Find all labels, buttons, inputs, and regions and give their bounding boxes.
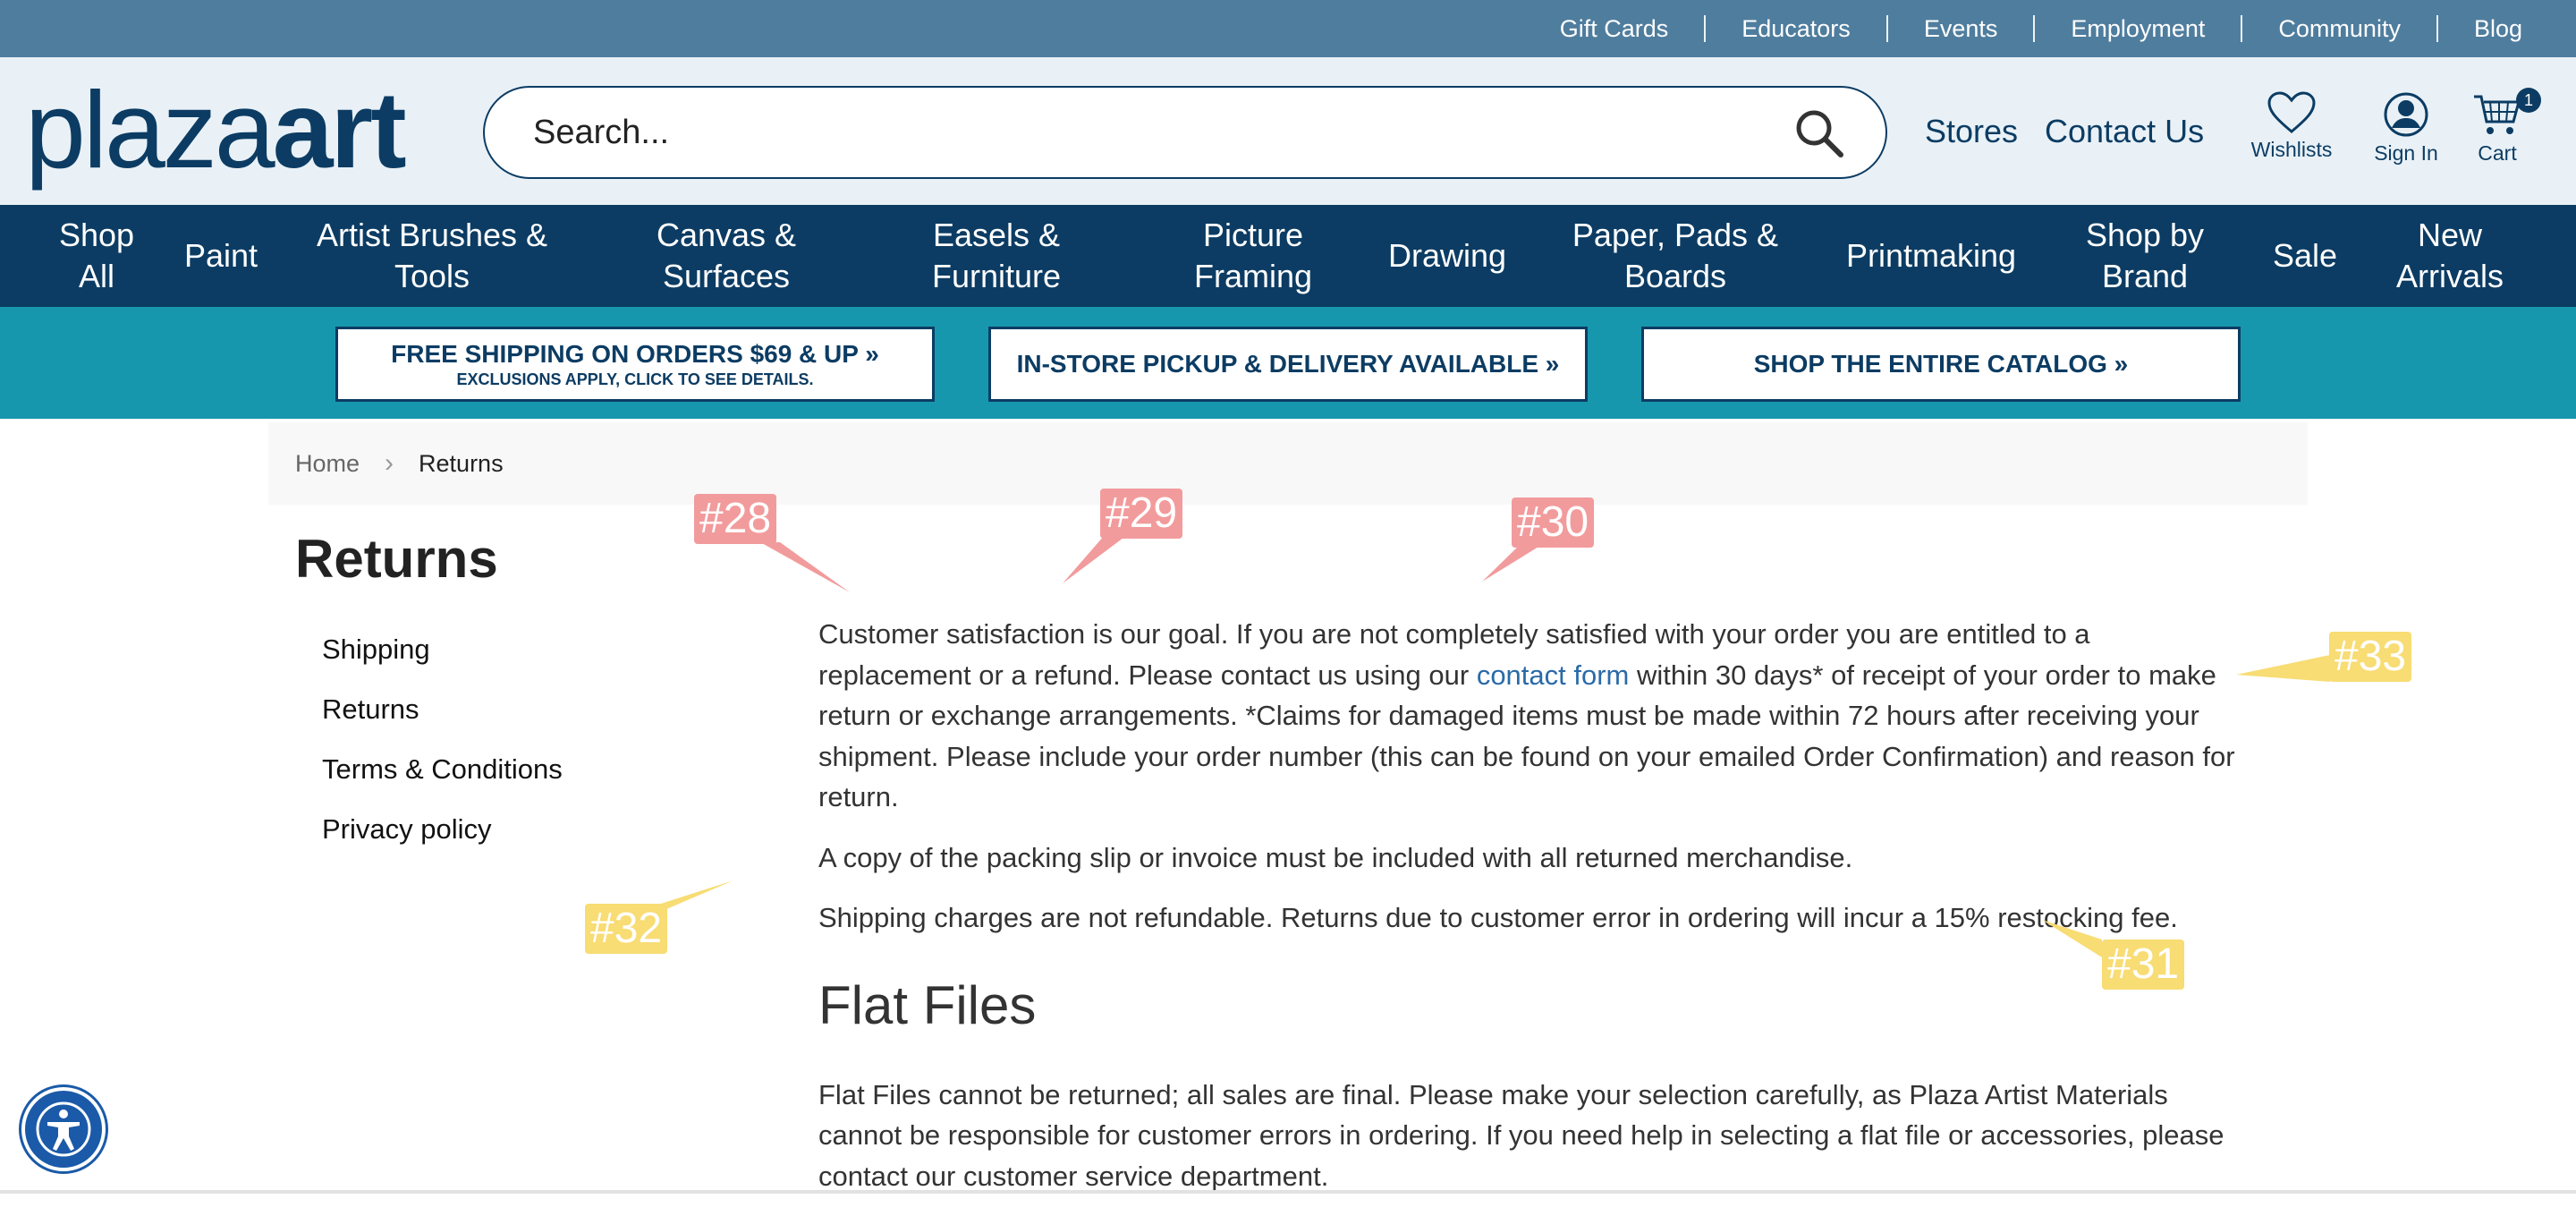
sidebar-item-privacy[interactable]: Privacy policy	[322, 813, 563, 873]
breadcrumb-current: Returns	[419, 449, 504, 477]
nav-artist-brushes-tools[interactable]: Artist Brushes & Tools	[317, 205, 547, 307]
chevron-right-icon: ›	[385, 448, 394, 478]
sidebar-item-terms[interactable]: Terms & Conditions	[322, 753, 563, 813]
nav-sale[interactable]: Sale	[2273, 205, 2337, 307]
cart-count-badge: 1	[2516, 88, 2541, 113]
annotation-tag-30: #30	[1512, 497, 1595, 548]
annotation-tag-31: #31	[2102, 940, 2185, 990]
nav-paint[interactable]: Paint	[184, 205, 258, 307]
accessibility-icon	[36, 1101, 91, 1157]
main-navigation: Shop All Paint Artist Brushes & Tools Canv…	[0, 205, 2576, 307]
employment-link[interactable]: Employment	[2071, 15, 2205, 43]
accessibility-button[interactable]	[21, 1087, 106, 1171]
stores-link[interactable]: Stores	[1925, 113, 2018, 150]
nav-new-arrivals[interactable]: New Arrivals	[2396, 205, 2504, 307]
search-bar	[483, 86, 1887, 179]
annotation-tag-28: #28	[694, 494, 777, 544]
utility-bar: Gift Cards Educators Events Employment C…	[0, 0, 2576, 57]
promo-bar: FREE SHIPPING ON ORDERS $69 & UP » EXCLU…	[0, 307, 2576, 419]
site-header: plazaart Stores Contact Us Wishlists Sig…	[0, 57, 2576, 205]
search-icon[interactable]	[1792, 106, 1845, 159]
educators-link[interactable]: Educators	[1741, 15, 1851, 43]
nav-paper-pads-boards[interactable]: Paper, Pads & Boards	[1572, 205, 1778, 307]
returns-paragraph-1: Customer satisfaction is our goal. If yo…	[818, 618, 2235, 812]
annotation-tag-32: #32	[585, 904, 668, 954]
sign-in-button[interactable]: Sign In	[2357, 91, 2455, 166]
shop-catalog-promo[interactable]: SHOP THE ENTIRE CATALOG »	[1641, 327, 2241, 402]
breadcrumb: Home › Returns	[268, 422, 2308, 505]
flat-files-paragraph: Flat Files cannot be returned; all sales…	[818, 1078, 2224, 1192]
page-bottom-border	[0, 1190, 2576, 1194]
returns-content: Customer satisfaction is our goal. If yo…	[818, 614, 2250, 1216]
logo-part-art: art	[272, 69, 407, 191]
annotation-tag-29: #29	[1100, 489, 1183, 539]
nav-picture-framing[interactable]: Picture Framing	[1194, 205, 1312, 307]
cart-label: Cart	[2478, 141, 2517, 165]
divider	[2033, 15, 2036, 42]
gift-cards-link[interactable]: Gift Cards	[1560, 15, 1669, 43]
logo-part-plaza: plaza	[25, 69, 275, 191]
user-icon	[2384, 92, 2428, 137]
pointer-29	[1063, 535, 1127, 583]
divider	[1704, 15, 1707, 42]
cart-icon	[2474, 95, 2521, 134]
divider	[1885, 15, 1888, 42]
annotation-tag-33: #33	[2329, 632, 2412, 682]
contact-form-link[interactable]: contact form	[1477, 659, 1630, 691]
blog-link[interactable]: Blog	[2474, 15, 2522, 43]
sidebar-item-returns[interactable]: Returns	[322, 693, 563, 753]
contact-us-link[interactable]: Contact Us	[2045, 113, 2204, 150]
nav-printmaking[interactable]: Printmaking	[1846, 205, 2016, 307]
divider	[2436, 15, 2438, 42]
wishlists-label: Wishlists	[2250, 138, 2333, 161]
flat-files-heading: Flat Files	[818, 974, 1037, 1035]
returns-paragraph-3: Shipping charges are not refundable. Ret…	[818, 902, 2178, 933]
pickup-delivery-promo[interactable]: IN-STORE PICKUP & DELIVERY AVAILABLE »	[988, 327, 1588, 402]
returns-paragraph-2: A copy of the packing slip or invoice mu…	[818, 841, 1853, 873]
nav-drawing[interactable]: Drawing	[1388, 205, 1506, 307]
wishlists-button[interactable]: Wishlists	[2242, 91, 2341, 162]
sidebar-nav: Shipping Returns Terms & Conditions Priv…	[322, 634, 563, 873]
pointer-28	[760, 542, 850, 592]
free-shipping-promo[interactable]: FREE SHIPPING ON ORDERS $69 & UP » EXCLU…	[335, 327, 935, 402]
nav-easels-furniture[interactable]: Easels & Furniture	[932, 205, 1061, 307]
heart-icon	[2267, 91, 2316, 133]
nav-shop-all[interactable]: Shop All	[59, 205, 134, 307]
nav-shop-by-brand[interactable]: Shop by Brand	[2086, 205, 2204, 307]
sidebar-item-shipping[interactable]: Shipping	[322, 634, 563, 693]
sign-in-label: Sign In	[2374, 141, 2438, 165]
events-link[interactable]: Events	[1924, 15, 1998, 43]
pointer-30	[1482, 544, 1543, 582]
divider	[2241, 15, 2243, 42]
plazaart-logo[interactable]: plazaart	[25, 75, 407, 184]
cart-button[interactable]: 1 Cart	[2448, 88, 2546, 166]
community-link[interactable]: Community	[2278, 15, 2401, 43]
nav-canvas-surfaces[interactable]: Canvas & Surfaces	[657, 205, 796, 307]
breadcrumb-home[interactable]: Home	[295, 450, 360, 478]
pointer-33	[2236, 655, 2330, 682]
search-input[interactable]	[531, 112, 1792, 153]
page-title: Returns	[295, 529, 498, 589]
